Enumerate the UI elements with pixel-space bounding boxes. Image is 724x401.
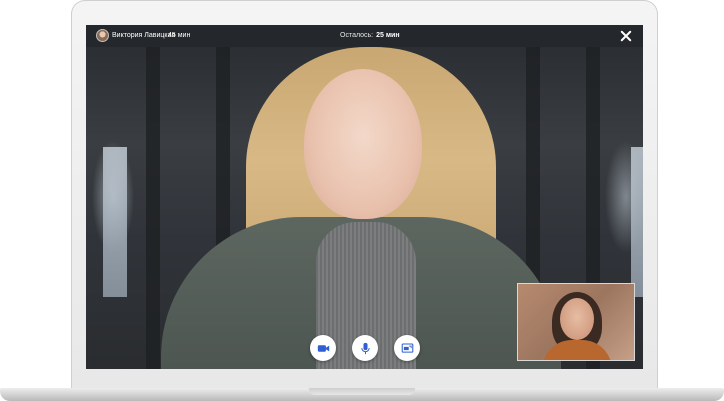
self-view-video xyxy=(517,283,635,361)
video-call-screen: Виктория Лавицкая 45 мин Осталось: 25 мин xyxy=(86,25,643,369)
time-remaining-value: 25 мин xyxy=(376,32,400,39)
time-remaining-label: Осталось: xyxy=(340,32,374,39)
microphone-button[interactable] xyxy=(352,335,378,361)
self-person-shirt xyxy=(542,340,612,360)
screen-share-button[interactable] xyxy=(394,335,420,361)
microphone-icon xyxy=(360,342,370,354)
call-top-bar: Виктория Лавицкая 45 мин Осталось: 25 мин xyxy=(86,25,643,47)
laptop-notch xyxy=(309,388,415,395)
close-icon[interactable] xyxy=(619,29,633,43)
remote-person-face xyxy=(304,69,422,219)
screen-share-icon xyxy=(401,343,413,353)
call-controls xyxy=(310,335,420,361)
camera-button[interactable] xyxy=(310,335,336,361)
background-window xyxy=(631,147,643,297)
caller-name: Виктория Лавицкая xyxy=(112,32,176,39)
time-remaining: Осталось: 25 мин xyxy=(340,32,400,39)
self-person-face xyxy=(560,298,594,340)
background-window xyxy=(103,147,127,297)
call-duration: 45 мин xyxy=(168,32,191,39)
video-camera-icon xyxy=(317,344,329,352)
avatar xyxy=(96,29,109,42)
